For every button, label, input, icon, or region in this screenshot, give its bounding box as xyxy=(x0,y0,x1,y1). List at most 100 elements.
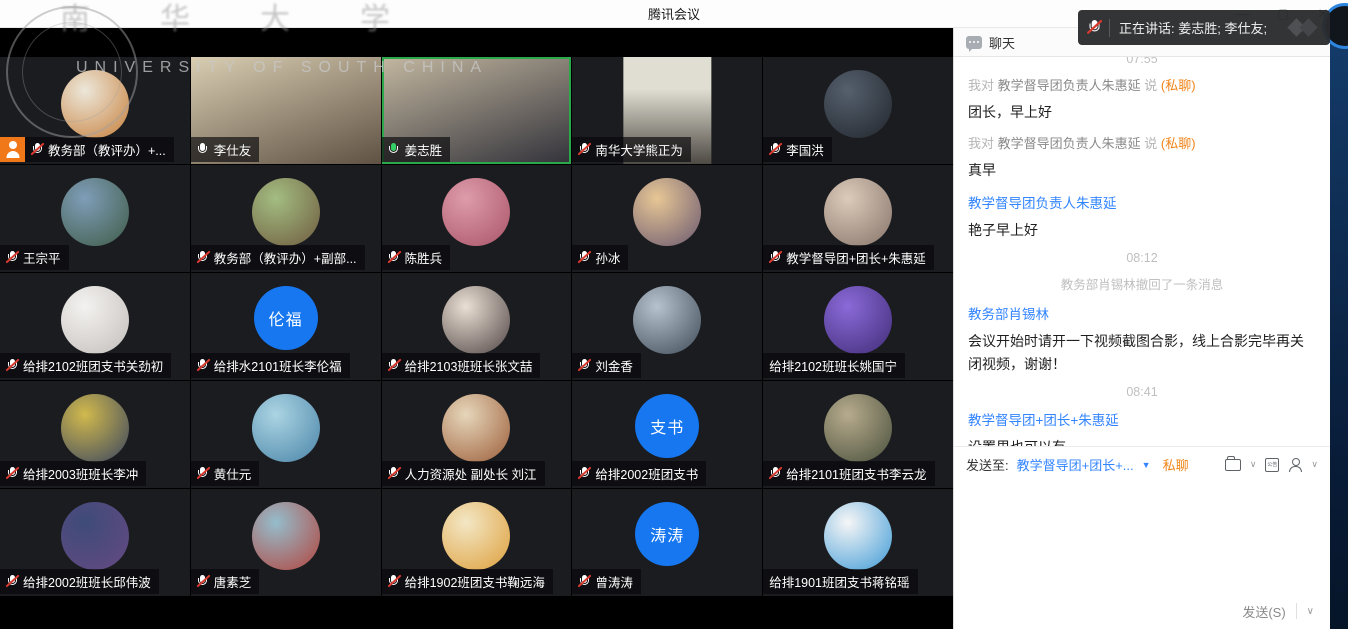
participant-label: 刘金香 xyxy=(572,353,641,378)
chat-input[interactable] xyxy=(954,482,1330,593)
mic-muted-icon xyxy=(197,574,209,589)
participant-tile[interactable]: 给排2102班班长姚国宁 xyxy=(763,273,953,380)
participant-tile[interactable]: 涛涛曾涛涛 xyxy=(572,489,762,596)
purple-anime-girl-avatar xyxy=(824,286,892,354)
participant-label: 南华大学熊正为 xyxy=(572,137,691,162)
message-text: 会议开始时请开一下视频截图合影，线上合影完毕再关闭视频，谢谢！ xyxy=(968,330,1316,376)
window-title: 腾讯会议 xyxy=(648,4,700,23)
mic-muted-icon xyxy=(388,574,400,589)
participant-tile[interactable]: 教学督导团+团长+朱惠延 xyxy=(763,165,953,272)
chat-tab-label[interactable]: 聊天 xyxy=(989,33,1015,52)
mic-muted-icon xyxy=(197,250,209,265)
presenter-badge-icon xyxy=(0,137,25,162)
participant-tile[interactable]: 教务部（教评办）+... xyxy=(0,57,190,164)
participant-tile[interactable]: 姜志胜 xyxy=(382,57,572,164)
send-options-chevron-icon[interactable]: ∨ xyxy=(1307,606,1314,617)
meta-target-name: 教学督导团负责人朱惠延 xyxy=(998,78,1141,93)
participant-name: 给排2003班班长李冲 xyxy=(23,464,138,483)
participant-name: 人力资源处 副处长 刘江 xyxy=(405,464,537,483)
participant-name: 给排1901班团支书蒋铭瑶 xyxy=(769,572,909,591)
participant-tile[interactable]: 王宗平 xyxy=(0,165,190,272)
participant-label: 给排1901班团支书蒋铭瑶 xyxy=(763,569,917,594)
participant-name: 给排2102班团支书关劲初 xyxy=(23,356,163,375)
participant-tile[interactable]: 李国洪 xyxy=(763,57,953,164)
participant-name: 教学督导团+团长+朱惠延 xyxy=(786,248,926,267)
mic-muted-icon xyxy=(578,466,590,481)
participant-tile[interactable]: 给排1901班团支书蒋铭瑶 xyxy=(763,489,953,596)
participant-label: 给排2102班团支书关劲初 xyxy=(0,353,171,378)
participant-name: 陈胜兵 xyxy=(405,248,443,267)
contacts-chevron-icon[interactable]: ∨ xyxy=(1311,459,1318,470)
participant-name: 姜志胜 xyxy=(405,140,443,159)
flower-bouquet-photo-avatar xyxy=(61,70,129,138)
doraemon-cartoon-avatar xyxy=(824,502,892,570)
send-to-bar: 发送至: 教学督导团+团长+... ▼ 私聊 ∨ 公告 ∨ xyxy=(954,446,1330,482)
participant-name: 给排2102班班长姚国宁 xyxy=(769,356,897,375)
participant-tile[interactable]: 给排2003班班长李冲 xyxy=(0,381,190,488)
initials-avatar: 伦福 xyxy=(254,286,318,350)
private-chat-tag: 私聊 xyxy=(1163,455,1189,474)
participant-name: 李国洪 xyxy=(786,140,824,159)
participant-tile[interactable]: 李仕友 xyxy=(191,57,381,164)
participant-label: 人力资源处 副处长 刘江 xyxy=(382,461,545,486)
stack-of-books-avatar xyxy=(442,394,510,462)
participant-tile[interactable]: 支书给排2002班团支书 xyxy=(572,381,762,488)
participant-tile[interactable]: 孙冰 xyxy=(572,165,762,272)
mic-muted-icon xyxy=(6,574,18,589)
mic-muted-icon xyxy=(578,358,590,373)
send-target-dropdown[interactable]: 教学督导团+团长+... xyxy=(1017,455,1134,474)
participant-name: 孙冰 xyxy=(595,248,620,267)
participant-label: 王宗平 xyxy=(0,245,69,270)
participant-tile[interactable]: 教务部（教评办）+副部... xyxy=(191,165,381,272)
file-folder-icon[interactable] xyxy=(1225,459,1241,471)
girl-portrait-avatar xyxy=(824,394,892,462)
mic-muted-icon xyxy=(197,466,209,481)
message-sender: 教学督导团负责人朱惠延 xyxy=(968,192,1316,212)
message-sender: 教务部肖锡林 xyxy=(968,303,1316,323)
lake-landscape-avatar xyxy=(61,178,129,246)
footer-divider xyxy=(1296,603,1297,619)
participant-label: 黄仕元 xyxy=(191,461,260,486)
participant-tile[interactable]: 给排2002班班长邱伟波 xyxy=(0,489,190,596)
participant-name: 南华大学熊正为 xyxy=(595,140,683,159)
participant-label: 陈胜兵 xyxy=(382,245,451,270)
participant-label: 给排2101班团支书李云龙 xyxy=(763,461,934,486)
participant-tile[interactable]: 给排2101班团支书李云龙 xyxy=(763,381,953,488)
send-target-caret-icon[interactable]: ▼ xyxy=(1142,460,1151,470)
person-on-beach-avatar xyxy=(252,394,320,462)
contacts-icon[interactable] xyxy=(1288,458,1302,472)
participant-tile[interactable]: 伦福给排水2101班长李伦福 xyxy=(191,273,381,380)
private-message-meta: 我对 教学督导团负责人朱惠延 说 (私聊) xyxy=(968,133,1316,152)
chat-footer: 发送(S) ∨ xyxy=(954,593,1330,629)
message-timestamp: 07:55 xyxy=(968,57,1316,66)
pink-flower-field-avatar xyxy=(442,178,510,246)
participant-tile[interactable]: 陈胜兵 xyxy=(382,165,572,272)
mic-muted-icon xyxy=(388,358,400,373)
folder-chevron-icon[interactable]: ∨ xyxy=(1250,459,1257,470)
participant-label: 孙冰 xyxy=(572,245,628,270)
participant-name: 唐素芝 xyxy=(214,572,252,591)
participant-label: 给排2002班班长邱伟波 xyxy=(0,569,159,594)
mic-muted-icon xyxy=(6,250,18,265)
message-timestamp: 08:41 xyxy=(968,385,1316,399)
participant-tile[interactable]: 给排2102班团支书关劲初 xyxy=(0,273,190,380)
participant-name: 黄仕元 xyxy=(214,464,252,483)
announcement-icon[interactable]: 公告 xyxy=(1265,458,1279,472)
mic-muted-icon xyxy=(31,142,43,157)
send-to-label: 发送至: xyxy=(966,455,1009,474)
campus-building-avatar xyxy=(252,178,320,246)
send-button[interactable]: 发送(S) xyxy=(1242,602,1285,621)
participant-tile[interactable]: 人力资源处 副处长 刘江 xyxy=(382,381,572,488)
participant-label: 给排2003班班长李冲 xyxy=(0,461,146,486)
mic-muted-icon xyxy=(197,358,209,373)
participant-tile[interactable]: 给排1902班团支书鞠远海 xyxy=(382,489,572,596)
mic-muted-icon xyxy=(1087,19,1101,36)
participant-tile[interactable]: 刘金香 xyxy=(572,273,762,380)
dusk-mountain-lake-avatar xyxy=(633,286,701,354)
participant-tile[interactable]: 黄仕元 xyxy=(191,381,381,488)
participant-tile[interactable]: 南华大学熊正为 xyxy=(572,57,762,164)
participant-label: 姜志胜 xyxy=(382,137,451,162)
participant-tile[interactable]: 唐素芝 xyxy=(191,489,381,596)
chat-message-list[interactable]: 07:55我对 教学督导团负责人朱惠延 说 (私聊)团长，早上好我对 教学督导团… xyxy=(954,57,1330,446)
participant-tile[interactable]: 给排2103班班长张文喆 xyxy=(382,273,572,380)
